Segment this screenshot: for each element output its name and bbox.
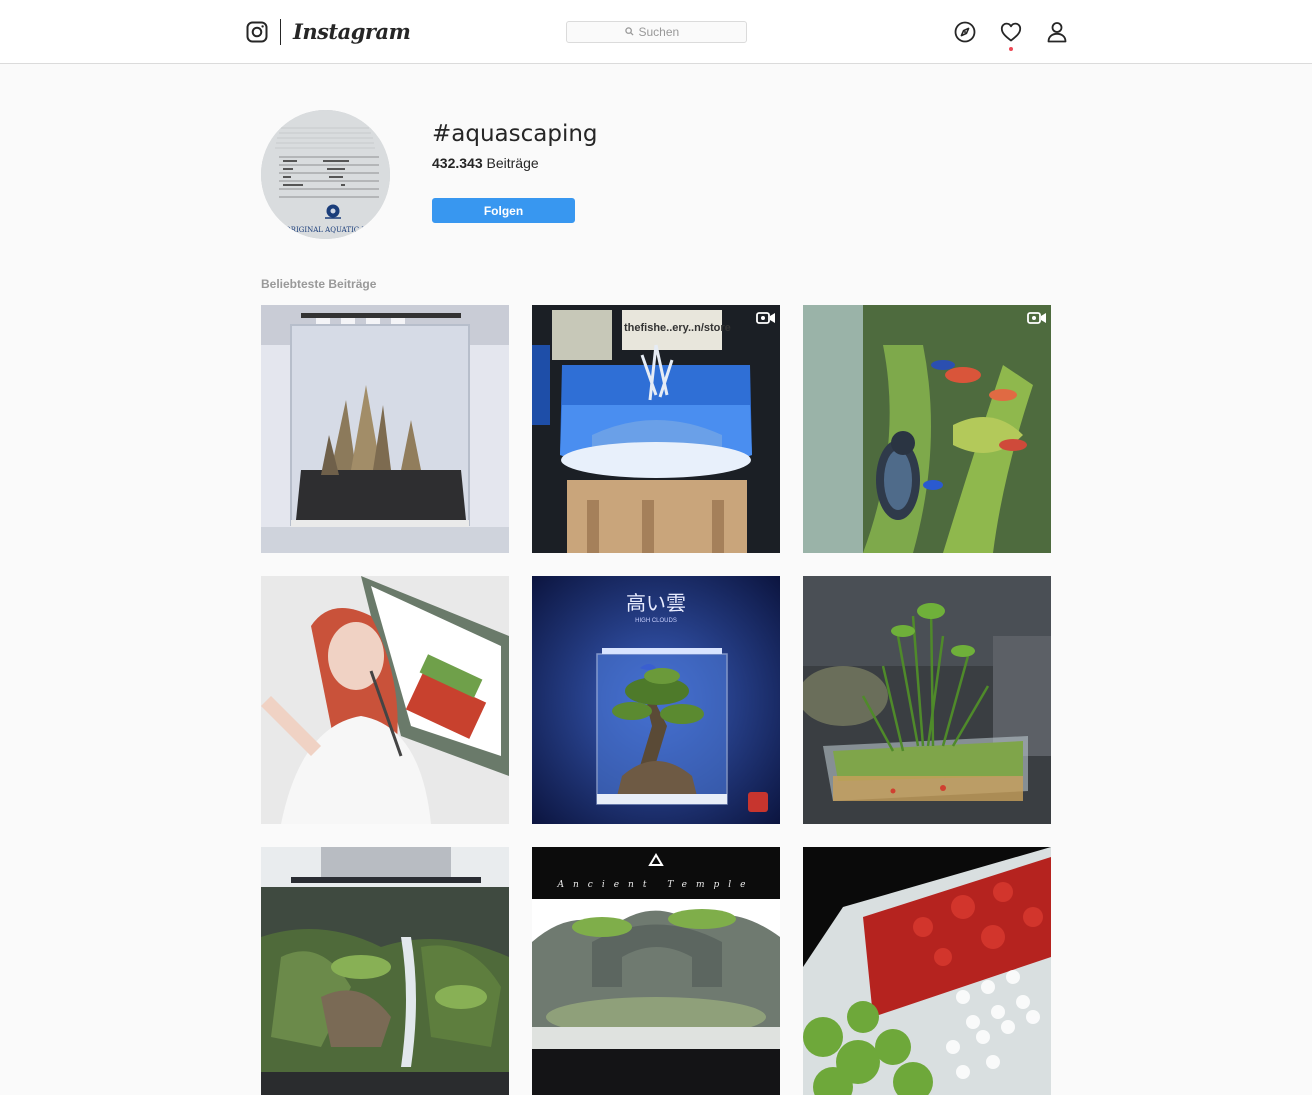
post-thumbnail-7[interactable] <box>261 847 509 1095</box>
post-count-value: 432.343 <box>432 155 483 171</box>
post-image-8: Ancient Temple <box>532 847 780 1095</box>
post-image-7 <box>261 847 509 1095</box>
post-count: 432.343 Beiträge <box>432 154 539 172</box>
post-thumbnail-9[interactable] <box>803 847 1051 1095</box>
post-2-overlay-text: thefishe..ery..n/store <box>624 322 731 334</box>
heart-icon[interactable] <box>1000 21 1022 43</box>
compass-icon[interactable] <box>954 21 976 43</box>
top-navigation-bar: Instagram <box>0 0 1312 64</box>
post-5-subtitle: HIGH CLOUDS <box>635 618 677 624</box>
post-thumbnail-8[interactable]: Ancient Temple <box>532 847 780 1095</box>
post-thumbnail-2[interactable]: thefishe..ery..n/store <box>532 305 780 553</box>
hashtag-avatar: ORIGINAL AQUATIC PLANTS <box>261 110 390 239</box>
post-image-9 <box>803 847 1051 1095</box>
post-image-6 <box>803 576 1051 824</box>
post-5-title: 高い雲 <box>626 591 686 615</box>
post-image-4 <box>261 576 509 824</box>
top-posts-heading: Beliebteste Beiträge <box>261 277 377 291</box>
notification-dot <box>1009 47 1013 51</box>
video-icon <box>756 311 776 325</box>
post-8-overlay-text: Ancient Temple <box>557 880 755 890</box>
logo-divider <box>280 19 281 45</box>
post-thumbnail-6[interactable] <box>803 576 1051 824</box>
hashtag-title: #aquascaping <box>432 121 598 147</box>
user-icon[interactable] <box>1046 21 1068 43</box>
video-icon <box>1027 311 1047 325</box>
post-thumbnail-5[interactable]: 高い雲 HIGH CLOUDS <box>532 576 780 824</box>
post-image-2: thefishe..ery..n/store <box>532 305 780 553</box>
search-icon <box>624 23 634 41</box>
post-image-3 <box>803 305 1051 553</box>
instagram-camera-icon[interactable] <box>246 21 268 43</box>
post-image-1 <box>261 305 509 553</box>
follow-button[interactable]: Folgen <box>432 198 575 223</box>
post-thumbnail-1[interactable] <box>261 305 509 553</box>
post-count-label: Beiträge <box>486 155 539 171</box>
instagram-wordmark[interactable]: Instagram <box>293 16 411 48</box>
search-box[interactable] <box>566 21 747 43</box>
search-input[interactable] <box>638 25 689 39</box>
post-image-5: 高い雲 HIGH CLOUDS <box>532 576 780 824</box>
post-thumbnail-4[interactable] <box>261 576 509 824</box>
post-thumbnail-3[interactable] <box>803 305 1051 553</box>
avatar-caption: ORIGINAL AQUATIC PLANTS <box>285 226 390 234</box>
